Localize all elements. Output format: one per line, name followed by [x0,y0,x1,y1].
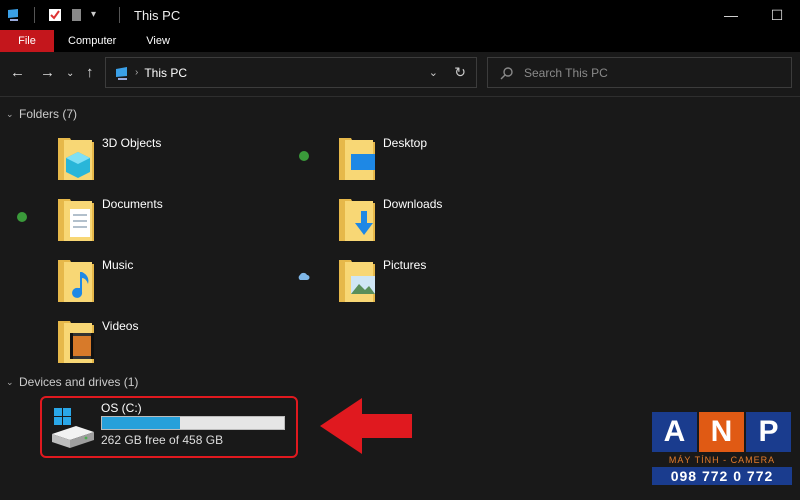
up-arrow-icon[interactable]: ↑ [86,64,94,82]
windows-drive-icon [52,408,94,448]
sync-status-check-icon [299,151,309,161]
red-arrow-annotation-icon [320,398,412,454]
folder-item-music[interactable]: Music [56,256,133,304]
this-pc-address-icon [116,66,127,80]
tab-computer[interactable]: Computer [54,30,132,52]
this-pc-icon [8,9,18,21]
window-title: This PC [134,7,181,23]
devices-group-header[interactable]: ⌄ Devices and drives (1) [6,375,138,389]
music-folder-icon [58,260,94,302]
address-dropdown-chevron-icon[interactable]: ⌄ [429,66,438,79]
drive-free-space: 262 GB free of 458 GB [101,433,224,447]
3d-objects-folder-icon [58,138,94,180]
properties-icon[interactable] [47,7,63,23]
desktop-folder-icon [339,138,375,180]
forward-arrow-icon[interactable]: → [40,64,55,82]
tab-view[interactable]: View [132,30,186,52]
drive-usage-fill [102,417,180,429]
videos-folder-icon [58,321,94,363]
minimize-button[interactable]: — [708,0,754,30]
folder-label: Desktop [383,136,428,150]
pictures-folder-icon [339,260,375,302]
folder-item-pictures[interactable]: Pictures [337,256,426,304]
folder-label: Downloads [383,197,443,211]
folder-item-videos[interactable]: Videos [56,317,138,365]
anp-watermark-logo: A N P MÁY TÍNH - CAMERA 098 772 0 772 [652,412,792,485]
folder-item-3d-objects[interactable]: 3D Objects [56,134,161,182]
drive-name: OS (C:) [101,401,142,415]
devices-group-title: Devices and drives (1) [19,375,139,389]
search-icon [500,66,513,79]
folders-group-title: Folders (7) [19,107,78,121]
downloads-folder-icon [339,199,375,241]
logo-letter: A [652,412,697,452]
breadcrumb-separator-icon[interactable]: › [135,67,138,78]
refresh-icon[interactable]: ↻ [454,64,466,81]
tab-file[interactable]: File [0,30,54,52]
drive-usage-bar [101,416,285,430]
logo-phone: 098 772 0 772 [652,467,792,485]
back-arrow-icon[interactable]: ← [10,64,25,82]
new-folder-icon[interactable] [69,7,85,23]
maximize-button[interactable]: ☐ [754,0,800,30]
search-box[interactable]: Search This PC [487,57,792,88]
logo-letter: N [699,412,744,452]
collapse-chevron-icon: ⌄ [6,108,14,119]
sync-status-check-icon [17,212,27,222]
cloud-status-icon [298,272,310,280]
logo-subtitle: MÁY TÍNH - CAMERA [668,455,776,465]
customize-toolbar-chevron-icon[interactable]: ▾ [91,7,107,23]
address-path: This PC [144,65,188,80]
folder-item-downloads[interactable]: Downloads [337,195,442,243]
recent-locations-chevron-icon[interactable]: ⌄ [66,65,74,83]
folders-group-header[interactable]: ⌄ Folders (7) [6,107,77,121]
quick-access-toolbar: ▾ This PC [0,7,180,23]
title-bar: ▾ This PC — ☐ [0,0,800,30]
logo-letter: P [746,412,791,452]
folder-item-documents[interactable]: Documents [56,195,163,243]
ribbon-tabs: File Computer View [0,30,800,52]
folder-label: Music [102,258,134,272]
folder-label: Videos [102,319,139,333]
folder-label: 3D Objects [102,136,162,150]
search-placeholder: Search This PC [524,65,608,80]
address-bar[interactable]: › This PC ⌄ ↻ [105,57,477,88]
folder-label: Documents [102,197,163,211]
documents-folder-icon [58,199,94,241]
collapse-chevron-icon: ⌄ [6,376,14,387]
folder-label: Pictures [383,258,427,272]
folder-item-desktop[interactable]: Desktop [337,134,427,182]
